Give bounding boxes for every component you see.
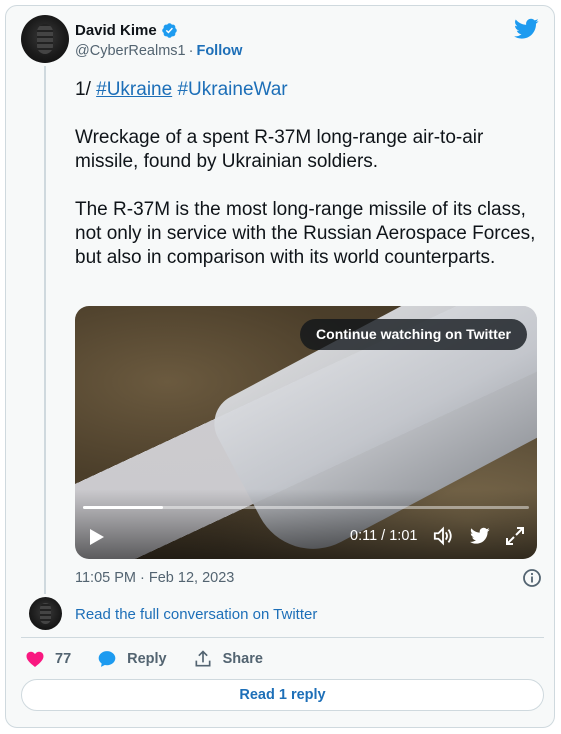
thread-connector-line [44, 66, 46, 594]
volume-icon[interactable] [432, 526, 454, 546]
twitter-bird-icon[interactable] [470, 527, 490, 545]
video-player[interactable]: Continue watching on Twitter 0:11 / 1:01 [75, 306, 537, 559]
video-controls-shade [75, 489, 537, 559]
share-label: Share [222, 651, 263, 667]
thread-avatar[interactable] [29, 597, 62, 630]
hashtag-ukrainewar[interactable]: #UkraineWar [177, 79, 287, 100]
twitter-bird-icon[interactable] [514, 18, 539, 40]
share-upload-icon [195, 650, 211, 667]
play-icon[interactable] [89, 528, 105, 546]
share-action[interactable]: Share [193, 649, 263, 669]
author-handle[interactable]: @CyberRealms1 [75, 43, 186, 59]
tweet-paragraph-1: Wreckage of a spent R-37M long-range air… [75, 127, 484, 172]
fullscreen-icon[interactable] [505, 526, 525, 546]
author-display-name[interactable]: David Kime [75, 22, 157, 39]
actions-divider [21, 637, 544, 638]
read-replies-button[interactable]: Read 1 reply [21, 679, 544, 711]
tweet-body: 1/ #Ukraine #UkraineWar Wreckage of a sp… [75, 78, 540, 294]
author-avatar[interactable] [21, 15, 69, 63]
reply-action[interactable]: Reply [97, 649, 167, 669]
reply-label: Reply [127, 651, 167, 667]
reply-bubble-icon [98, 651, 116, 667]
tweet-prefix: 1/ [75, 79, 91, 100]
like-action[interactable]: 77 [25, 649, 71, 669]
hashtag-ukraine[interactable]: #Ukraine [96, 79, 172, 100]
heart-icon [26, 651, 44, 667]
author-handle-row: @CyberRealms1 · Follow [75, 43, 242, 59]
handle-separator: · [188, 43, 194, 59]
tweet-paragraph-2: The R-37M is the most long-range missile… [75, 199, 536, 268]
video-progress-bar[interactable] [83, 506, 529, 509]
tweet-timestamp[interactable]: 11:05 PM · Feb 12, 2023 [75, 570, 234, 586]
info-icon[interactable] [522, 568, 542, 588]
like-count: 77 [55, 651, 72, 667]
video-time-readout: 0:11 / 1:01 [350, 528, 418, 544]
video-progress-fill [83, 506, 164, 509]
tweet-hashtag-line: 1/ #Ukraine #UkraineWar [75, 78, 540, 102]
continue-watching-button[interactable]: Continue watching on Twitter [300, 319, 527, 350]
read-full-conversation-link[interactable]: Read the full conversation on Twitter [75, 606, 317, 623]
follow-link[interactable]: Follow [196, 43, 242, 59]
tweet-actions-bar: 77 Reply Share [25, 648, 289, 670]
verified-badge-icon [161, 23, 177, 38]
author-name-row: David Kime [75, 22, 178, 39]
